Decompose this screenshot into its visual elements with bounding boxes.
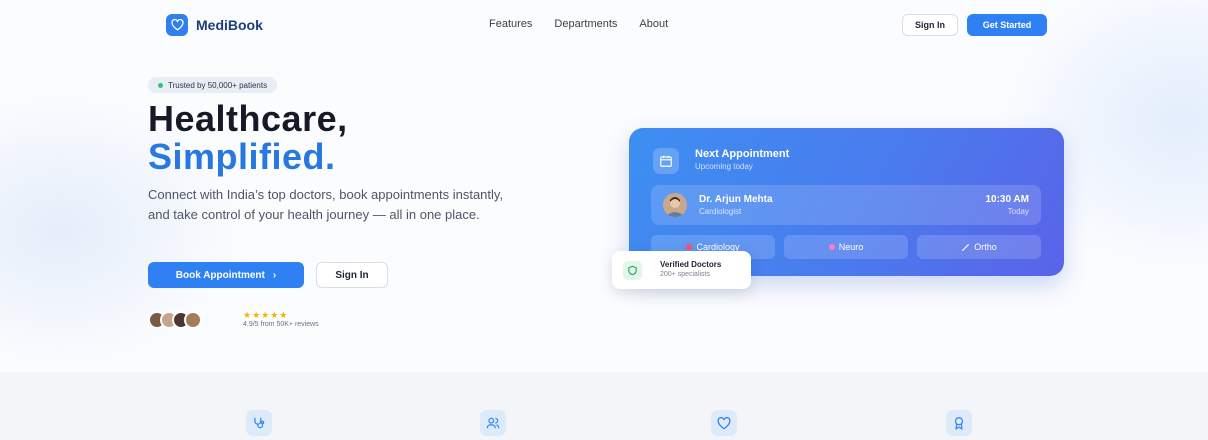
- nav-item-features[interactable]: Features: [489, 18, 532, 30]
- calendar-icon: [653, 148, 679, 174]
- brand-name: MediBook: [196, 17, 263, 33]
- doctor-row[interactable]: Dr. Arjun Mehta Cardiologist 10:30 AM To…: [651, 185, 1041, 225]
- hero-description: Connect with India’s top doctors, book a…: [148, 187, 504, 222]
- avatar: [184, 311, 202, 329]
- users-icon: [480, 410, 506, 436]
- shield-icon: [623, 261, 642, 280]
- doctor-name: Dr. Arjun Mehta: [699, 194, 773, 205]
- nav-item-about[interactable]: About: [639, 18, 668, 30]
- brain-icon: [828, 244, 835, 250]
- header-sign-in-button[interactable]: Sign In: [902, 14, 958, 36]
- heart-icon: [686, 244, 693, 250]
- dept-chip-ortho[interactable]: Ortho: [917, 235, 1041, 259]
- nav-item-departments[interactable]: Departments: [554, 18, 617, 30]
- hero-sign-in-button[interactable]: Sign In: [316, 262, 388, 288]
- rating-text: 4.9/5 from 50K+ reviews: [243, 321, 319, 328]
- award-icon: [946, 410, 972, 436]
- appointment-time: 10:30 AM: [985, 194, 1029, 205]
- get-started-button[interactable]: Get Started: [967, 14, 1047, 36]
- headline-line-2: Simplified.: [148, 136, 336, 177]
- main-nav: Features Departments About: [489, 18, 668, 30]
- verified-title: Verified Doctors: [660, 260, 722, 269]
- page-title: Healthcare, Simplified.: [148, 100, 348, 176]
- headline-line-1: Healthcare,: [148, 98, 348, 139]
- features-section: [0, 372, 1208, 440]
- book-appointment-button[interactable]: Book Appointment ›: [148, 262, 304, 288]
- status-dot-icon: [158, 82, 163, 88]
- book-appointment-label: Book Appointment: [175, 269, 265, 281]
- bone-icon: [962, 243, 970, 251]
- trust-badge-text: Trusted by 50,000+ patients: [168, 80, 268, 90]
- dept-chip-neuro[interactable]: Neuro: [784, 235, 908, 259]
- brand[interactable]: MediBook: [166, 14, 263, 36]
- verified-subtitle: 200+ specialists: [660, 271, 711, 278]
- star-rating-icon: ★★★★★: [243, 310, 289, 320]
- dept-chip-label: Neuro: [838, 242, 864, 252]
- heart-icon: [711, 410, 737, 436]
- trust-badge: Trusted by 50,000+ patients: [148, 77, 278, 93]
- verified-doctors-badge: Verified Doctors 200+ specialists: [612, 251, 751, 289]
- stethoscope-icon: [246, 410, 272, 436]
- patient-avatars: [148, 311, 202, 329]
- appointment-title: Next Appointment: [695, 148, 790, 160]
- appointment-subtitle: Upcoming today: [695, 162, 753, 171]
- dept-chip-label: Ortho: [974, 242, 997, 252]
- chevron-right-icon: ›: [272, 269, 277, 281]
- doctor-role: Cardiologist: [699, 207, 742, 216]
- avatar: [663, 193, 687, 217]
- heart-icon: [166, 14, 188, 36]
- appointment-day: Today: [1007, 207, 1029, 216]
